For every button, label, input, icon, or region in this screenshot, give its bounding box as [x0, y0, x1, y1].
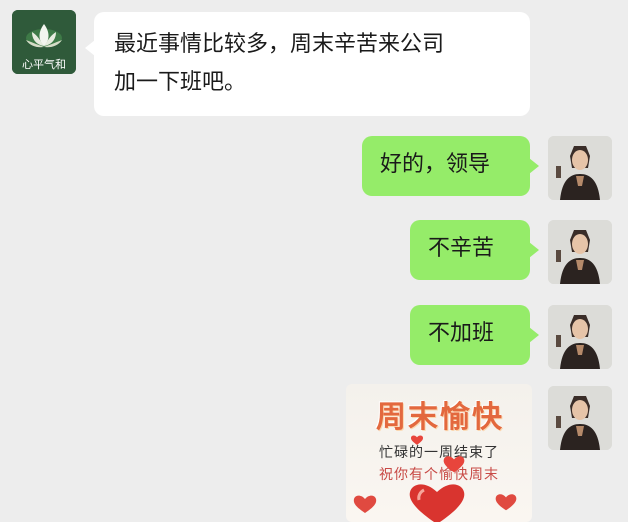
sticker-message[interactable]: 周末愉快 忙碌的一周结束了 祝你有个愉快周末: [346, 384, 532, 522]
heart-icon: [443, 456, 465, 473]
message-text: 不辛苦: [428, 236, 495, 261]
self-avatar[interactable]: [548, 305, 612, 369]
avatar-caption: 心平气和: [22, 58, 66, 71]
heart-icon: [410, 435, 424, 445]
sent-message-bubble[interactable]: 不辛苦: [410, 220, 539, 280]
sent-message-bubble[interactable]: 不加班: [410, 305, 539, 365]
heart-icon: [353, 495, 377, 513]
chat-window: 心平气和 最近事情比较多，周末辛苦来公司 加一下班吧。 好的，领导 不辛苦 不加…: [0, 0, 628, 522]
person-avatar-icon: [548, 220, 612, 284]
contact-avatar[interactable]: 心平气和: [12, 10, 76, 74]
message-line: 加一下班吧。: [114, 70, 247, 95]
person-avatar-icon: [548, 136, 612, 200]
sticker-caption: 忙碌的一周结束了: [379, 445, 499, 461]
sent-message-bubble[interactable]: 好的，领导: [362, 136, 539, 196]
self-avatar[interactable]: [548, 220, 612, 284]
incoming-message-bubble[interactable]: 最近事情比较多，周末辛苦来公司 加一下班吧。: [85, 12, 530, 116]
person-avatar-icon: [548, 305, 612, 369]
self-avatar[interactable]: [548, 386, 612, 450]
message-line: 最近事情比较多，周末辛苦来公司: [114, 32, 445, 57]
self-avatar[interactable]: [548, 136, 612, 200]
person-avatar-icon: [548, 386, 612, 450]
sticker-title: 周末愉快: [376, 400, 504, 435]
message-text: 好的，领导: [380, 152, 491, 177]
message-text: 不加班: [428, 321, 495, 346]
heart-icon: [409, 484, 465, 522]
heart-icon: [495, 494, 517, 511]
